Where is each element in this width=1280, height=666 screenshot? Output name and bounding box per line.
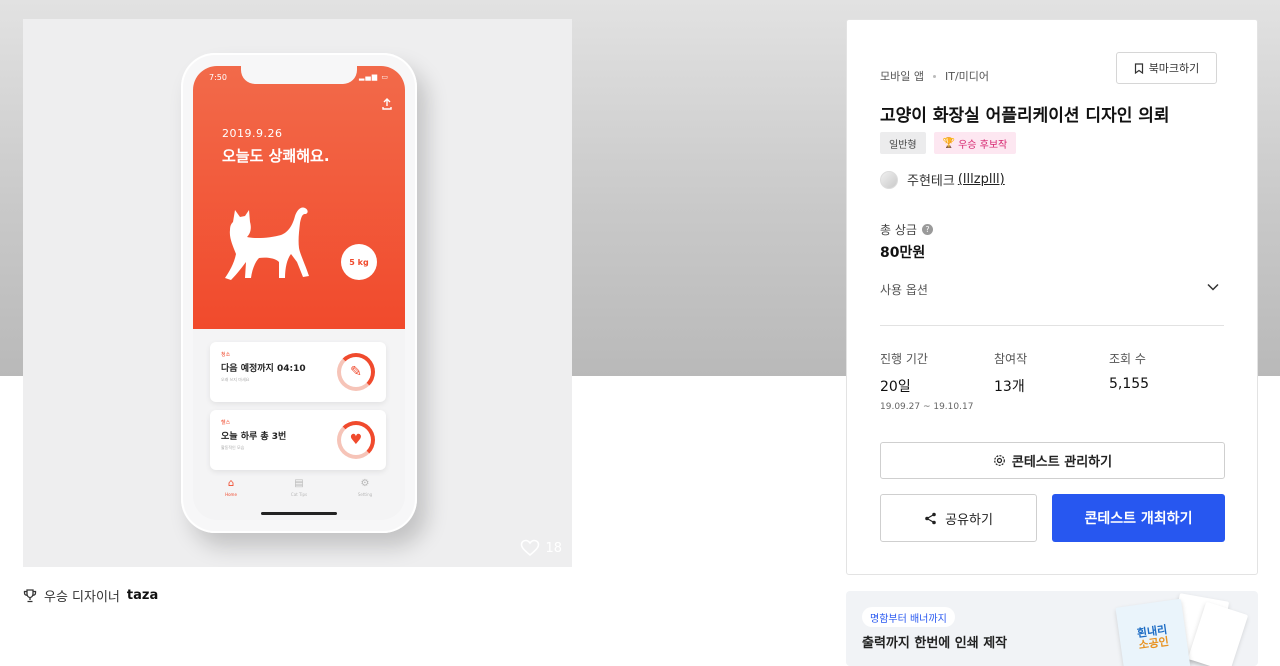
weight-badge: 5 kg <box>341 244 377 280</box>
manage-contest-button[interactable]: 콘테스트 관리하기 <box>880 442 1225 479</box>
stat-entries: 참여작 13개 <box>994 350 1027 396</box>
banner-headline: 출력까지 한번에 인쇄 제작 <box>862 636 1008 651</box>
card-tag: 헬스 <box>221 420 231 426</box>
tab-label: Cat Tips <box>290 492 308 497</box>
banner-pill: 명함부터 배너까지 <box>862 607 955 627</box>
gear-icon <box>993 455 1005 466</box>
help-icon[interactable]: ? <box>921 224 933 235</box>
like-button[interactable]: 18 <box>520 539 562 557</box>
banner-art-line: 소공인 <box>1137 634 1170 652</box>
cat-silhouette-icon <box>225 207 309 280</box>
prize-label: 총 상금 ? <box>880 221 933 238</box>
chevron-down-icon[interactable] <box>1206 280 1220 294</box>
card-subtitle: 활동적인 모습 <box>221 445 245 450</box>
signal-battery-icon: ▂▄▆ ▭ <box>359 73 389 81</box>
bookmark-button[interactable]: 북마크하기 <box>1116 52 1217 84</box>
share-label: 공유하기 <box>945 512 993 528</box>
host-info[interactable]: 주현테크 (lllzplll) <box>880 170 1005 189</box>
home-icon: ⌂ <box>227 478 235 489</box>
print-sample-main: 흰내리 소공인 <box>1115 598 1191 666</box>
winning-designer: 우승 디자이너 taza <box>23 586 158 605</box>
host-contest-button[interactable]: 콘테스트 개최하기 <box>1052 494 1225 542</box>
stat-value: 5,155 <box>1109 376 1150 392</box>
entry-image[interactable]: 7:50 ▂▄▆ ▭ 2019.9.26 오늘도 상쾌해요. 5 kg 청소 다… <box>23 19 572 567</box>
tab-label: Setting <box>357 492 373 497</box>
contest-title: 고양이 화장실 어플리케이션 디자인 의뢰 <box>880 106 1170 126</box>
manage-contest-label: 콘테스트 관리하기 <box>1011 455 1113 470</box>
stat-value: 20일 <box>880 379 911 395</box>
tab-home: ⌂ Home <box>211 478 251 497</box>
award-badge-label: 우승 후보작 <box>958 139 1008 151</box>
phone-mockup: 7:50 ▂▄▆ ▭ 2019.9.26 오늘도 상쾌해요. 5 kg 청소 다… <box>181 53 417 533</box>
contest-info-panel: 모바일 앱 IT/미디어 북마크하기 고양이 화장실 어플리케이션 디자인 의뢰… <box>846 19 1258 575</box>
card-subtitle: 오래 쓰지 마세요 <box>221 377 250 382</box>
designer-name[interactable]: taza <box>127 588 158 603</box>
prize-label-text: 총 상금 <box>880 223 917 237</box>
host-handle[interactable]: (lllzplll) <box>958 172 1005 187</box>
breadcrumb-subcategory[interactable]: IT/미디어 <box>945 68 989 84</box>
stat-period: 진행 기간 20일 19.09.27 ~ 19.10.17 <box>880 350 973 412</box>
trophy-icon: 🏆 <box>942 137 956 149</box>
screen-header <box>193 66 405 329</box>
phone-screen: 7:50 ▂▄▆ ▭ 2019.9.26 오늘도 상쾌해요. 5 kg 청소 다… <box>193 66 405 520</box>
app-card-health: 헬스 오늘 하루 총 3번 활동적인 모습 ♥ <box>210 410 386 470</box>
breadcrumb-category[interactable]: 모바일 앱 <box>880 68 924 84</box>
stat-label: 진행 기간 <box>880 352 928 366</box>
avatar <box>880 170 898 189</box>
contest-type-badge: 일반형 <box>880 132 926 154</box>
gear-icon: ⚙ <box>360 478 370 489</box>
designer-label: 우승 디자이너 <box>44 590 120 605</box>
like-count: 18 <box>545 540 562 556</box>
tab-setting: ⚙ Setting <box>345 478 385 497</box>
bookmark-icon <box>1134 62 1143 74</box>
status-time: 7:50 <box>209 73 227 82</box>
trophy-icon <box>23 588 37 602</box>
share-icon <box>925 512 936 524</box>
stat-value: 13개 <box>994 379 1025 395</box>
bookmark-label: 북마크하기 <box>1148 62 1200 75</box>
badge-row: 일반형 🏆 우승 후보작 <box>880 132 1017 154</box>
card-title: 다음 예정까지 04:10 <box>221 364 306 374</box>
book-icon: ▤ <box>294 478 304 489</box>
stat-dates: 19.09.27 ~ 19.10.17 <box>880 402 974 412</box>
breadcrumb: 모바일 앱 IT/미디어 <box>880 68 989 84</box>
usage-options-toggle[interactable]: 사용 옵션 <box>880 281 928 298</box>
card-tag: 청소 <box>221 352 231 358</box>
card-title: 오늘 하루 총 3번 <box>221 432 287 442</box>
broom-icon: ✎ <box>337 353 375 391</box>
stat-label: 조회 수 <box>1109 352 1146 366</box>
host-name: 주현테크 <box>907 174 955 189</box>
heart-icon: ♥ <box>337 421 375 459</box>
heart-outline-icon <box>521 539 540 557</box>
prize-value: 80만원 <box>880 245 926 261</box>
award-badge: 🏆 우승 후보작 <box>933 132 1017 154</box>
home-indicator <box>261 512 337 515</box>
app-tabbar: ⌂ Home ▤ Cat Tips ⚙ Setting <box>193 478 405 508</box>
breadcrumb-separator <box>932 74 936 78</box>
tab-label: Home <box>225 492 237 497</box>
banner-artwork: 흰내리 소공인 <box>1114 593 1249 666</box>
tab-cat-tips: ▤ Cat Tips <box>279 478 319 497</box>
stat-views: 조회 수 5,155 <box>1109 350 1149 392</box>
divider <box>880 325 1224 326</box>
app-date: 2019.9.26 <box>222 127 283 140</box>
app-greeting: 오늘도 상쾌해요. <box>222 147 330 165</box>
app-card-cleaning: 청소 다음 예정까지 04:10 오래 쓰지 마세요 ✎ <box>210 342 386 402</box>
phone-notch <box>241 66 357 84</box>
stat-label: 참여작 <box>994 352 1028 366</box>
share-button[interactable]: 공유하기 <box>880 494 1037 542</box>
print-ad-banner[interactable]: 명함부터 배너까지 출력까지 한번에 인쇄 제작 흰내리 소공인 <box>846 591 1258 666</box>
upload-icon <box>382 98 392 110</box>
